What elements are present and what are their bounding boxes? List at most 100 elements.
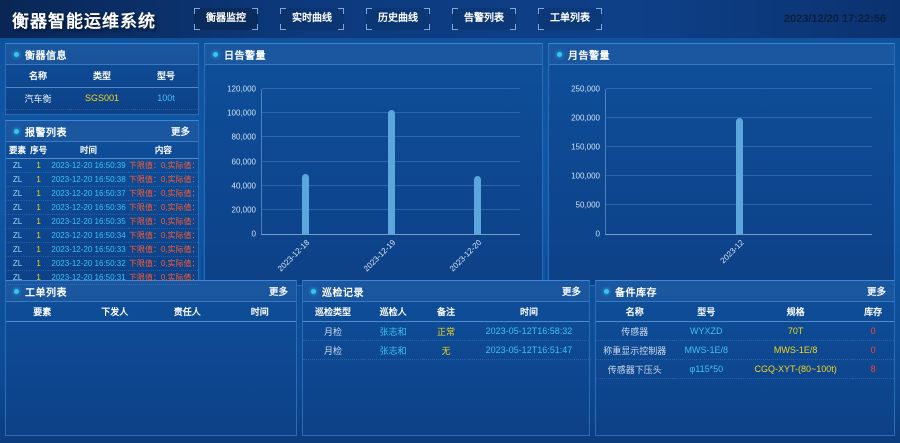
- table-cell: ZL: [6, 271, 29, 285]
- tab-alarm-list[interactable]: 告警列表: [452, 8, 516, 30]
- table-cell: 8: [852, 360, 894, 379]
- table-cell: WYXZD: [673, 322, 739, 341]
- table-cell: 1: [29, 201, 48, 215]
- table-cell: 月检: [303, 341, 363, 360]
- column-header: 序号: [29, 142, 48, 159]
- work-orders-table: 要素下发人责任人时间: [6, 302, 296, 322]
- table-cell: ZL: [6, 215, 29, 229]
- table-cell: 传感器下压头: [596, 360, 673, 379]
- panel-title: 日告警量: [224, 47, 266, 62]
- table-cell: ZL: [6, 187, 29, 201]
- device-info-table: 名称类型型号汽车衡SGS001100t: [6, 65, 198, 110]
- spare-parts-table: 名称型号规格库存传感器WYXZD70T0称重显示控制器MWS-1E/8MWS-1…: [596, 302, 894, 379]
- table-cell: ZL: [6, 257, 29, 271]
- y-axis-tick-label: 0: [252, 230, 256, 239]
- gridline: [262, 88, 520, 89]
- table-cell: 2023-12-20 16:50:31: [48, 271, 129, 285]
- table-cell: 1: [29, 243, 48, 257]
- table-cell: 下限值：0,实际值：-1540: [129, 243, 198, 257]
- plot-area: 050,000100,000150,000200,000250,0002023-…: [605, 89, 872, 235]
- panel-work-orders: 工单列表 更多 要素下发人责任人时间: [5, 280, 297, 436]
- table-cell: ZL: [6, 159, 29, 173]
- bullet-dot-icon: [213, 52, 218, 57]
- table-cell: MWS-1E/8: [739, 341, 852, 360]
- table-cell: 2023-05-12T16:58:32: [469, 322, 589, 341]
- table-row: 月检张志和正常2023-05-12T16:58:32: [303, 322, 589, 341]
- y-axis-tick-label: 40,000: [232, 181, 256, 190]
- y-axis-tick-label: 60,000: [232, 157, 256, 166]
- bar-2023-12-20: [474, 176, 481, 234]
- table-cell: 2023-05-12T16:51:47: [469, 341, 589, 360]
- table-cell: 0: [852, 341, 894, 360]
- y-axis-tick-label: 20,000: [232, 205, 256, 214]
- bullet-dot-icon: [604, 289, 609, 294]
- table-row: ZL12023-12-20 16:50:39下限值：0,实际值：-1540: [6, 159, 198, 173]
- main-content: 衡器信息 名称类型型号汽车衡SGS001100t 报警列表 更多 要素序号时间内…: [0, 38, 900, 441]
- app-title: 衡器智能运维系统: [12, 7, 156, 32]
- x-axis-tick-label: 2023-12-20: [448, 238, 483, 273]
- tab-device-monitor[interactable]: 衡器监控: [194, 8, 258, 30]
- bar-2023-12: [736, 118, 743, 234]
- gridline: [606, 88, 872, 89]
- table-cell: CGQ-XYT-(80~100t): [739, 360, 852, 379]
- table-cell: 下限值：0,实际值：-1540: [129, 257, 198, 271]
- x-axis-tick-label: 2023-12: [718, 238, 745, 265]
- table-cell: 1: [29, 257, 48, 271]
- table-row: ZL12023-12-20 16:50:35下限值：0,实际值：-1520: [6, 215, 198, 229]
- table-row: 汽车衡SGS001100t: [6, 87, 198, 109]
- table-cell: 2023-12-20 16:50:39: [48, 159, 129, 173]
- table-cell: 传感器: [596, 322, 673, 341]
- daily-alarm-chart: 020,00040,00060,00080,000100,000120,0002…: [213, 73, 528, 281]
- table-cell: 张志和: [363, 322, 423, 341]
- column-header: 要素: [6, 142, 29, 159]
- table-cell: 2023-12-20 16:50:33: [48, 243, 129, 257]
- inspections-table: 巡检类型巡检人备注时间月检张志和正常2023-05-12T16:58:32月检张…: [303, 302, 589, 360]
- panel-monthly-alarms: 月告警量 050,000100,000150,000200,000250,000…: [548, 43, 895, 286]
- column-header: 要素: [6, 302, 79, 322]
- table-cell: 张志和: [363, 341, 423, 360]
- table-cell: 70T: [739, 322, 852, 341]
- table-row: ZL12023-12-20 16:50:38下限值：0,实际值：-1540: [6, 173, 198, 187]
- monthly-alarm-chart: 050,000100,000150,000200,000250,0002023-…: [557, 73, 880, 281]
- tab-realtime-curve[interactable]: 实时曲线: [280, 8, 344, 30]
- bullet-dot-icon: [557, 52, 562, 57]
- table-cell: 1: [29, 187, 48, 201]
- table-cell: ZL: [6, 229, 29, 243]
- table-row: 传感器下压头φ115*50CGQ-XYT-(80~100t)8: [596, 360, 894, 379]
- more-button[interactable]: 更多: [269, 284, 288, 298]
- table-row: ZL12023-12-20 16:50:37下限值：0,实际值：-1540: [6, 187, 198, 201]
- table-cell: 下限值：0,实际值：-1540: [129, 159, 198, 173]
- tab-workorder-list[interactable]: 工单列表: [538, 8, 602, 30]
- bar-2023-12-18: [302, 174, 309, 234]
- y-axis-tick-label: 0: [596, 230, 600, 239]
- table-cell: ZL: [6, 243, 29, 257]
- table-cell: 下限值：0,实际值：-1540: [129, 271, 198, 285]
- column-header: 时间: [224, 302, 297, 322]
- table-cell: 1: [29, 159, 48, 173]
- column-header: 型号: [134, 65, 198, 87]
- table-cell: MWS-1E/8: [673, 341, 739, 360]
- bullet-dot-icon: [14, 52, 19, 57]
- y-axis-tick-label: 150,000: [571, 143, 600, 152]
- more-button[interactable]: 更多: [562, 284, 581, 298]
- table-cell: 1: [29, 173, 48, 187]
- y-axis-tick-label: 100,000: [571, 172, 600, 181]
- y-axis-tick-label: 250,000: [571, 85, 600, 94]
- column-header: 内容: [129, 142, 198, 159]
- panel-title: 工单列表: [25, 284, 67, 299]
- y-axis-tick-label: 100,000: [227, 109, 256, 118]
- nav-tabs: 衡器监控 实时曲线 历史曲线 告警列表 工单列表: [194, 8, 602, 30]
- table-row: ZL12023-12-20 16:50:36下限值：0,实际值：-1540: [6, 201, 198, 215]
- table-cell: 1: [29, 229, 48, 243]
- table-cell: 正常: [423, 322, 469, 341]
- more-button[interactable]: 更多: [171, 124, 190, 138]
- column-header: 备注: [423, 302, 469, 322]
- panel-spare-parts: 备件库存 更多 名称型号规格库存传感器WYXZD70T0称重显示控制器MWS-1…: [595, 280, 895, 436]
- x-axis-tick-label: 2023-12-19: [362, 238, 397, 273]
- column-header: 型号: [673, 302, 739, 322]
- table-cell: 1: [29, 215, 48, 229]
- tab-history-curve[interactable]: 历史曲线: [366, 8, 430, 30]
- more-button[interactable]: 更多: [867, 284, 886, 298]
- table-cell: ZL: [6, 201, 29, 215]
- table-cell: 汽车衡: [6, 87, 70, 109]
